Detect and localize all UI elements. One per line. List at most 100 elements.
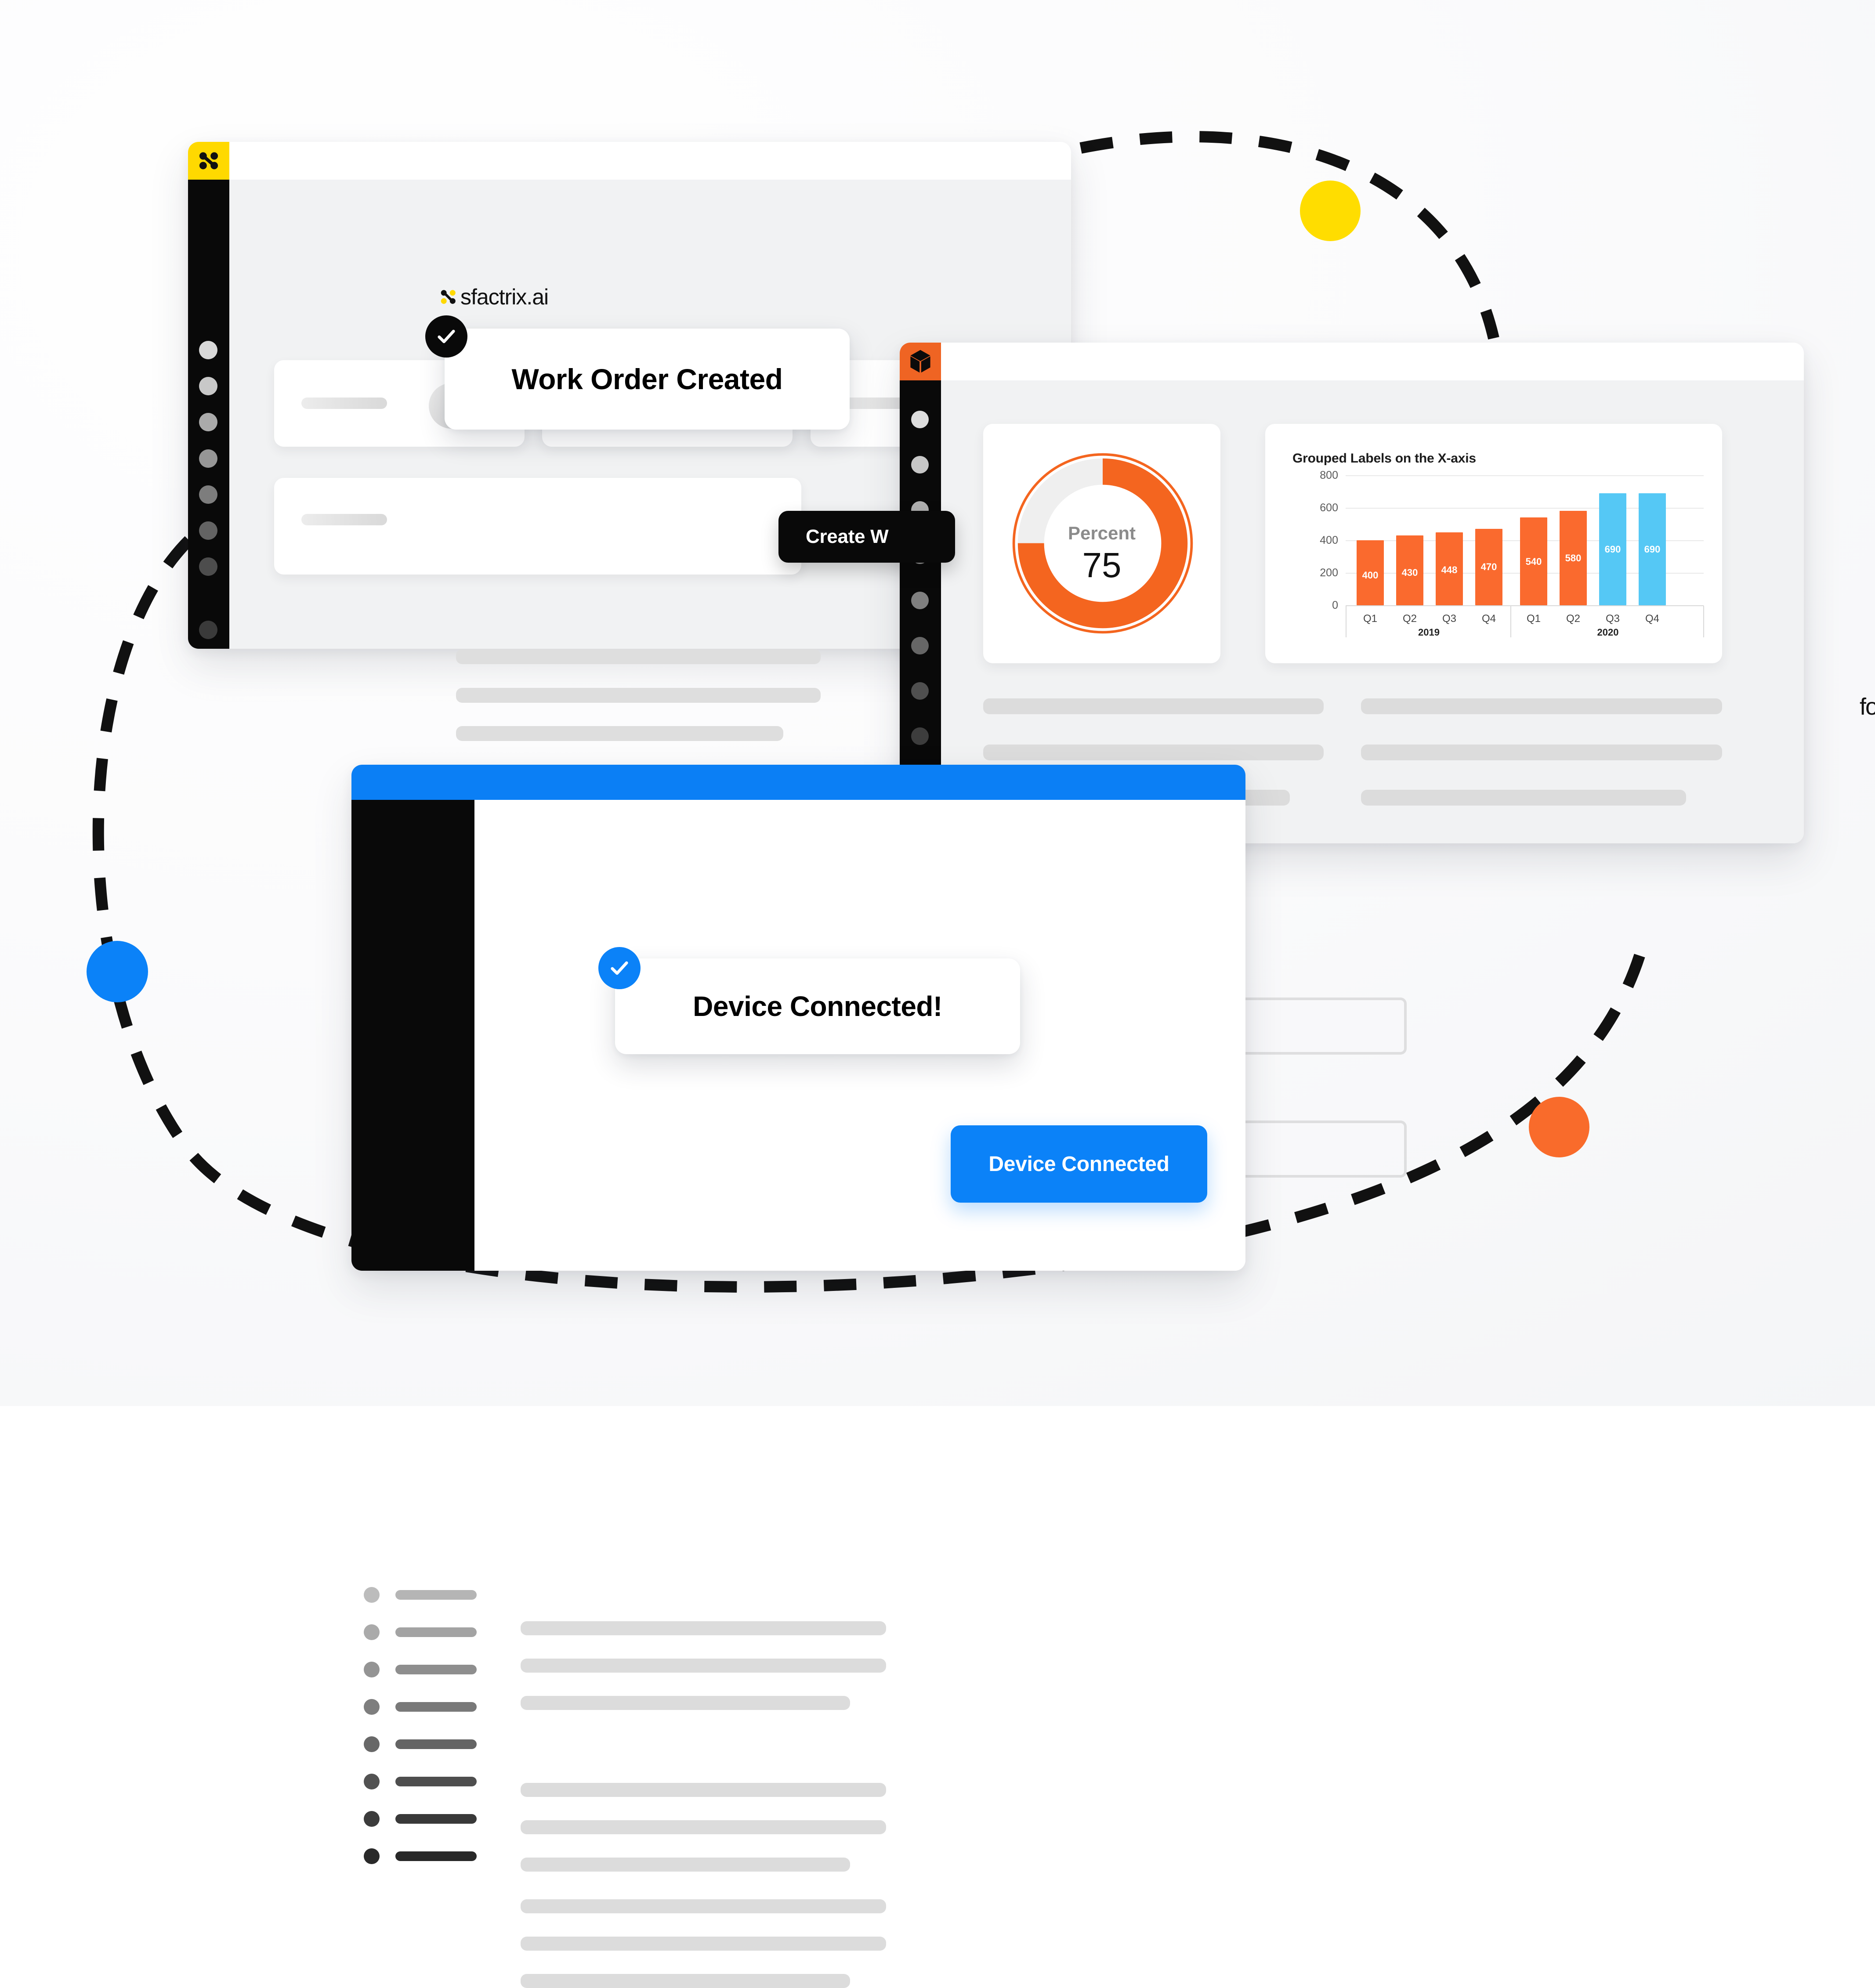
nav-bullet-2 bbox=[364, 1624, 380, 1640]
device-connected-check-circle-icon bbox=[598, 947, 641, 989]
ytick-600: 600 bbox=[1320, 502, 1338, 514]
asset-body-line-l1 bbox=[983, 698, 1324, 714]
iiot-content-line-2 bbox=[521, 1659, 886, 1673]
chart-title: Grouped Labels on the X-axis bbox=[1292, 451, 1476, 466]
group-separator-left bbox=[1346, 606, 1347, 637]
nav-bullet-1 bbox=[364, 1587, 380, 1603]
asset-wordmark: fogwing asset bbox=[1860, 693, 1875, 720]
fogwing-sun-icon bbox=[798, 1542, 812, 1556]
bar-label-2020-q4: 690 bbox=[1644, 544, 1661, 555]
asset-sidebar-dot-2[interactable] bbox=[911, 456, 929, 474]
nav-bullet-8 bbox=[364, 1848, 380, 1864]
nav-bullet-4 bbox=[364, 1699, 380, 1715]
illustration-stage: sfactrix.ai fo Percent 75 Grouped Labels… bbox=[0, 0, 1875, 1988]
nav-label-6 bbox=[395, 1777, 477, 1786]
iiot-content-line-6 bbox=[521, 1858, 850, 1872]
xtick-2019-q1: Q1 bbox=[1363, 613, 1377, 625]
bar-label-2019-q3: 448 bbox=[1441, 564, 1458, 575]
sfactrix-brand-label: sfactrix.ai bbox=[460, 285, 549, 309]
iiot-titlebar bbox=[351, 765, 1245, 800]
device-connected-button-label: Device Connected bbox=[988, 1152, 1169, 1176]
bar-label-2019-q1: 400 bbox=[1362, 570, 1379, 581]
asset-sidebar-dot-7[interactable] bbox=[911, 682, 929, 700]
asset-body-line-r1 bbox=[1361, 698, 1722, 714]
sfactrix-sidebar-dot-7[interactable] bbox=[199, 557, 217, 576]
iiot-content-line-1 bbox=[521, 1621, 886, 1635]
sfactrix-molecule-icon bbox=[188, 142, 229, 180]
yellow-accent-dot bbox=[1300, 181, 1361, 241]
asset-sidebar-dot-8[interactable] bbox=[911, 727, 929, 745]
body-line-2 bbox=[456, 688, 821, 703]
nav-label-7 bbox=[395, 1814, 477, 1824]
ytick-0: 0 bbox=[1332, 599, 1338, 611]
sfactrix-sidebar-dot-1[interactable] bbox=[199, 341, 217, 359]
fogwing-cube-icon bbox=[900, 343, 941, 380]
sfactrix-sidebar-dot-5[interactable] bbox=[199, 485, 217, 504]
asset-body-line-r2 bbox=[1361, 745, 1722, 760]
asset-sidebar-dot-5[interactable] bbox=[911, 592, 929, 609]
sfactrix-sidebar-dot-8[interactable] bbox=[199, 621, 217, 639]
work-order-created-toast: Work Order Created bbox=[445, 329, 850, 430]
bar-label-2020-q2: 580 bbox=[1565, 553, 1582, 564]
xtick-2020-q2: Q2 bbox=[1566, 613, 1580, 625]
create-work-order-label: Create W bbox=[806, 526, 889, 547]
nav-label-3 bbox=[395, 1665, 477, 1674]
bar-chart-panel: Grouped Labels on the X-axis 800 600 400… bbox=[1265, 424, 1722, 663]
device-connected-button[interactable]: Device Connected bbox=[951, 1125, 1207, 1203]
gauge-value: 75 bbox=[1082, 546, 1122, 585]
sfactrix-titlebar bbox=[188, 142, 1071, 180]
iiot-sidebar[interactable] bbox=[351, 800, 474, 1271]
iiot-content-line-4 bbox=[521, 1783, 886, 1797]
iiot-content-line-5 bbox=[521, 1820, 886, 1834]
gauge-label: Percent bbox=[1068, 523, 1136, 543]
ytick-400: 400 bbox=[1320, 534, 1338, 546]
iiot-wordmark: fogwing IIoT bbox=[725, 1536, 842, 1561]
gauge-panel: Percent 75 bbox=[983, 424, 1220, 663]
sfactrix-sidebar-dot-4[interactable] bbox=[199, 449, 217, 468]
detail-card-placeholder-line bbox=[301, 514, 387, 525]
bar-label-2019-q2: 430 bbox=[1401, 567, 1418, 578]
asset-body-line-r3 bbox=[1361, 790, 1686, 806]
asset-sidebar-dot-6[interactable] bbox=[911, 637, 929, 654]
work-order-check-circle-icon bbox=[425, 315, 467, 358]
asset-sidebar-dot-1[interactable] bbox=[911, 411, 929, 428]
device-connected-text: Device Connected! bbox=[693, 990, 942, 1022]
ytick-200: 200 bbox=[1320, 567, 1338, 579]
create-work-order-button[interactable]: Create W bbox=[778, 511, 955, 563]
bar-label-2020-q1: 540 bbox=[1525, 556, 1542, 567]
nav-label-5 bbox=[395, 1739, 477, 1749]
group-separator-right bbox=[1703, 606, 1704, 637]
sfactrix-sidebar-dot-2[interactable] bbox=[199, 377, 217, 395]
asset-body-line-l2 bbox=[983, 745, 1324, 760]
iiot-brand-label: fogwing bbox=[725, 1536, 796, 1561]
x-axis-line bbox=[1346, 605, 1704, 606]
asset-titlebar bbox=[900, 343, 1804, 380]
iiot-brand-suffix: IIoT bbox=[816, 1540, 842, 1558]
xtick-2019-q3: Q3 bbox=[1442, 613, 1456, 625]
xtick-2020-q4: Q4 bbox=[1645, 613, 1659, 625]
blue-accent-dot bbox=[87, 941, 148, 1002]
group-label-2019: 2019 bbox=[1418, 627, 1440, 638]
iiot-content-line-8 bbox=[521, 1937, 886, 1951]
nav-label-1 bbox=[395, 1590, 477, 1600]
bar-label-2020-q3: 690 bbox=[1604, 544, 1621, 555]
sfactrix-sidebar-dot-6[interactable] bbox=[199, 521, 217, 540]
body-line-1 bbox=[456, 649, 821, 664]
xtick-2020-q3: Q3 bbox=[1605, 613, 1620, 625]
sfactrix-sidebar-dot-3[interactable] bbox=[199, 413, 217, 431]
detail-card[interactable] bbox=[274, 478, 801, 575]
stat-card-placeholder-line bbox=[301, 398, 387, 409]
group-separator-mid bbox=[1510, 606, 1511, 637]
sfactrix-wordmark: sfactrix.ai bbox=[438, 284, 549, 310]
nav-label-2 bbox=[395, 1627, 477, 1637]
orange-accent-dot bbox=[1529, 1097, 1589, 1157]
sfactrix-logo-icon bbox=[441, 290, 456, 304]
nav-bullet-7 bbox=[364, 1811, 380, 1827]
iiot-content-line-7 bbox=[521, 1899, 886, 1913]
nav-bullet-5 bbox=[364, 1736, 380, 1752]
iiot-content-line-3 bbox=[521, 1696, 850, 1710]
xtick-2019-q4: Q4 bbox=[1481, 613, 1496, 625]
ytick-800: 800 bbox=[1320, 469, 1338, 481]
nav-bullet-6 bbox=[364, 1774, 380, 1789]
gridline-800 bbox=[1346, 475, 1704, 476]
